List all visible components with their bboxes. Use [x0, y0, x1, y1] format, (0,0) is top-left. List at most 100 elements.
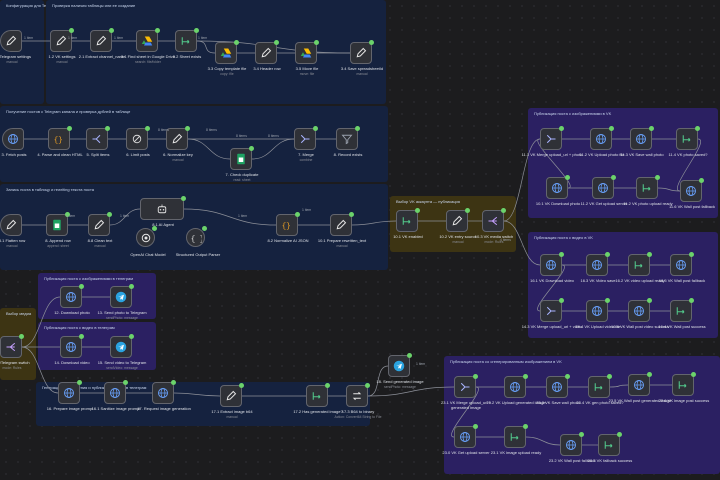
workflow-node-23-5-vk-wall-post-generated-image[interactable]: 23.5 VK Wall post generated image [609, 372, 671, 403]
connection-wire[interactable] [21, 296, 61, 348]
node-label: 11.4 VK photo saved? [655, 152, 720, 158]
workflow-node-11-1-vk-merge-upload-url-photo[interactable]: 11.1 VK Merge upload_url + photo [522, 126, 582, 157]
workflow-node-17-request-image-generation[interactable]: 17. Request image generation [137, 380, 191, 411]
workflow-node-5-split-items[interactable]: 5. Split items [86, 126, 110, 157]
node-title: 8.8 Clean text [87, 238, 113, 243]
node-title: 8.2 Normalize AI JSON [267, 238, 309, 243]
connection-wire[interactable] [183, 208, 277, 226]
node-title: 14. Download video [54, 360, 90, 365]
workflow-node-16-1-vk-download-video[interactable]: 16.1 VK Download video [530, 252, 574, 283]
node-title: 16.5 VK Wall post fallback [658, 278, 706, 283]
workflow-node-17-3-b64-to-binary[interactable]: 17.3 B64 to binary Action: Convert64 Stri… [335, 383, 381, 419]
workflow-node-11-2-vk-upload-photo-file[interactable]: 11.2 VK Upload photo file [579, 126, 625, 157]
workflow-node-11-6-vk-wall-post-fallback[interactable]: 11.6 VK Wall post fallback [669, 178, 715, 209]
workflow-node-16-3-vk-video-save[interactable]: 16.3 VK Video save [580, 252, 616, 283]
workflow-node-23-1-vk-image-upload-ready[interactable]: 23.1 VK image upload ready [491, 424, 541, 455]
workflow-node-16-1-sanitize-image-prompt[interactable]: 16.1 Sanitize image prompt [92, 380, 140, 411]
workflow-node-23-3-vk-fallback-success[interactable]: 23.3 VK fallback success [588, 432, 632, 463]
node-subtitle: sendVideo: message [106, 365, 138, 370]
workflow-node-3-2-sheet-exists[interactable]: 3.2 Sheet exists [173, 28, 201, 59]
workflow-node-14-3-vk-merge-upload-url-video[interactable]: 14.3 VK Merge upload_url + video [522, 298, 582, 329]
workflow-node-11-3-vk-save-wall-photo[interactable]: 11.3 VK Save wall photo [620, 126, 664, 157]
node-subtitle: manual [172, 157, 184, 162]
workflow-node-16-4-vk-wall-post-success[interactable]: 16.4 VK Wall post success [658, 298, 706, 329]
if-icon [510, 433, 519, 441]
node-title: 10.1 VK enabled [393, 234, 423, 239]
workflow-node-23-6-vk-image-post-success[interactable]: 23.6 VK image post success [659, 372, 709, 403]
workflow-node-16-4-vk-upload-video-file[interactable]: 16.4 VK Upload video file [576, 298, 620, 329]
workflow-node-8-8-clean-text[interactable]: 8.8 Clean text manual [88, 212, 112, 248]
node-title: 7. Merge [298, 152, 314, 157]
workflow-node-16-4-vk-wall-post-video-success[interactable]: 16.4 VK Wall post video success [611, 298, 669, 329]
node-title: 16.4 VK Wall post success [658, 324, 706, 329]
workflow-node-11-2-vk-photo-upload-ready[interactable]: 11.2 VK photo upload ready [623, 175, 673, 206]
connection-wire[interactable] [657, 187, 681, 192]
workflow-node-3-4-header-row[interactable]: 3.4 Header row [253, 40, 281, 71]
convert-icon [352, 391, 362, 401]
workflow-node-8-1-flatten-row[interactable]: 8.1 Flatten row manual [0, 214, 25, 248]
workflow-node-3-3-copy-template-file[interactable]: 3.3 Copy template file copy: file [208, 40, 246, 76]
workflow-node-2-1-extract-channel-name[interactable]: 2.1 Extract channel_name [79, 28, 125, 59]
workflow-node-1-2-vk-settings[interactable]: 1.2 VK settings manual [49, 28, 75, 64]
node-title: Structured Output Parser [175, 252, 221, 257]
merge-icon [546, 134, 556, 144]
workflow-node-3-fetch-posts[interactable]: 3. Fetch posts [1, 128, 27, 157]
workflow-node-15-send-video-to-telegram[interactable]: 15. Send video to Telegram sendVideo: mes… [98, 334, 146, 370]
pencil-icon [96, 35, 107, 46]
workflow-node-10-1-vk-enabled[interactable]: 10.1 VK enabled [393, 208, 423, 239]
workflow-node-3-4-save-spreadsheetid[interactable]: 3.4 Save spreadsheetId manual [341, 40, 383, 76]
node-subtitle: copy: file [220, 71, 234, 76]
connection-wire[interactable] [173, 392, 221, 397]
workflow-node-11-2-vk-get-upload-server[interactable]: 11.2 VK Get upload server [581, 175, 627, 206]
workflow-node-8-append-row[interactable]: 8. Append row append: sheet [45, 212, 71, 248]
workflow-node-23-4-vk-gen-photo-saved[interactable]: 23.4 VK gen photo saved? [576, 374, 624, 405]
workflow-node-23-0-vk-get-upload-server[interactable]: 23.0 VK Get upload server [442, 424, 490, 455]
workflow-node-17-1-extract-image-b64[interactable]: 17.1 Extract image b64 manual [211, 383, 253, 419]
workflow-node-10-2-vk-entry-source[interactable]: 10.2 VK entry source manual [439, 208, 477, 244]
workflow-node-13-send-photo-to-telegram[interactable]: 13. Send photo to Telegram sendPhoto: mes… [97, 284, 147, 320]
workflow-node-12-download-photo[interactable]: 12. Download photo [54, 284, 90, 315]
workflow-node-10-1-prepare-rewritten-text[interactable]: 10.1 Prepare rewritten_text manual [318, 212, 366, 248]
workflow-node-10-3-vk-media-switch[interactable]: 10.3 VK media switch mode: Rules [475, 208, 513, 244]
workflow-node-openai-chat-model[interactable]: OpenAI Chat Model [130, 226, 166, 257]
workflow-node-23-1-vk-merge-upload-url-generated-image[interactable]: 23.1 VK Merge upload_url + generated ima… [441, 374, 491, 409]
workflow-node-16-5-vk-wall-post-fallback[interactable]: 16.5 VK Wall post fallback [659, 252, 705, 283]
workflow-node-16-prepare-image-prompt[interactable]: 16. Prepare image prompt [47, 380, 93, 411]
workflow-node-17-2-has-generated-image[interactable]: 17.2 Has generated image? [293, 383, 343, 414]
workflow-node-4-parse-and-clean-html[interactable]: {} 4. Parse and clean HTML [37, 126, 83, 157]
workflow-node-7-check-duplicate[interactable]: 7. Check duplicate read: sheet [226, 146, 258, 182]
node-subtitle: sendPhoto: message [384, 384, 416, 389]
workflow-node-8-record-exists[interactable]: 8. Record exists [334, 126, 362, 157]
workflow-node-6-limit-posts[interactable]: 6. Limit posts [126, 126, 150, 157]
workflow-node-6-normalize-key[interactable]: 6. Normalize key manual [163, 126, 193, 162]
globe-icon [598, 183, 608, 193]
workflow-node-18-send-generated-image[interactable]: 18. Send generated image sendPhoto: messa… [376, 353, 424, 389]
workflow-node-1-1-telegram-settings[interactable]: 1.1 Telegram settingsmanual [0, 30, 31, 64]
node-subtitle: mode: Rules [2, 365, 22, 370]
globe-icon [636, 134, 646, 144]
workflow-node-3-5-move-file[interactable]: 3.5 Move file move: file [295, 40, 319, 76]
connection-wire[interactable] [196, 40, 216, 54]
workflow-node-8-1-ai-agent[interactable]: 8.1 AI Agent [140, 196, 186, 227]
connection-wire[interactable] [351, 220, 397, 226]
node-label: 16.4 VK Wall post success [649, 324, 715, 330]
workflow-node-3-1-find-sheet-in-google-drive[interactable]: 3.1 Find sheet in Google Drive search: fi… [121, 28, 175, 64]
workflow-node-23-2-vk-wall-post-fallback[interactable]: 23.2 VK Wall post fallback [549, 432, 595, 463]
node-title: 17. Request image generation [137, 406, 191, 411]
workflow-node-7-merge[interactable]: 7. Merge combine [294, 126, 318, 162]
connection-wire[interactable] [525, 436, 561, 446]
workflow-node-14-download-video[interactable]: 14. Download video [54, 334, 90, 365]
workflow-node-structured-output-parser[interactable]: { } Structured Output Parser [176, 226, 220, 257]
workflow-node-8-2-normalize-ai-json[interactable]: {} 8.2 Normalize AI JSON [267, 212, 309, 243]
workflow-node-vk-telegram-switch[interactable]: VK/Telegram switchmode: Rules [0, 334, 30, 370]
code-icon: {} [282, 223, 291, 231]
workflow-node-16-2-vk-video-upload-ready[interactable]: 16.2 VK video upload ready [615, 252, 665, 283]
workflow-node-11-4-vk-photo-saved[interactable]: 11.4 VK photo saved? [668, 126, 708, 157]
pencil-icon [94, 219, 105, 230]
workflow-node-23-3-vk-save-wall-photo[interactable]: 23.3 VK Save wall photo [536, 374, 580, 405]
connection-wire[interactable] [609, 384, 629, 388]
workflow-node-23-2-vk-upload-generated-image[interactable]: 23.2 VK Upload generated image [486, 374, 546, 405]
globe-icon [596, 134, 606, 144]
workflow-node-10-1-vk-download-photo[interactable]: 10.1 VK Download photo [536, 175, 580, 206]
node-label: 23.3 VK fallback success [577, 458, 643, 464]
